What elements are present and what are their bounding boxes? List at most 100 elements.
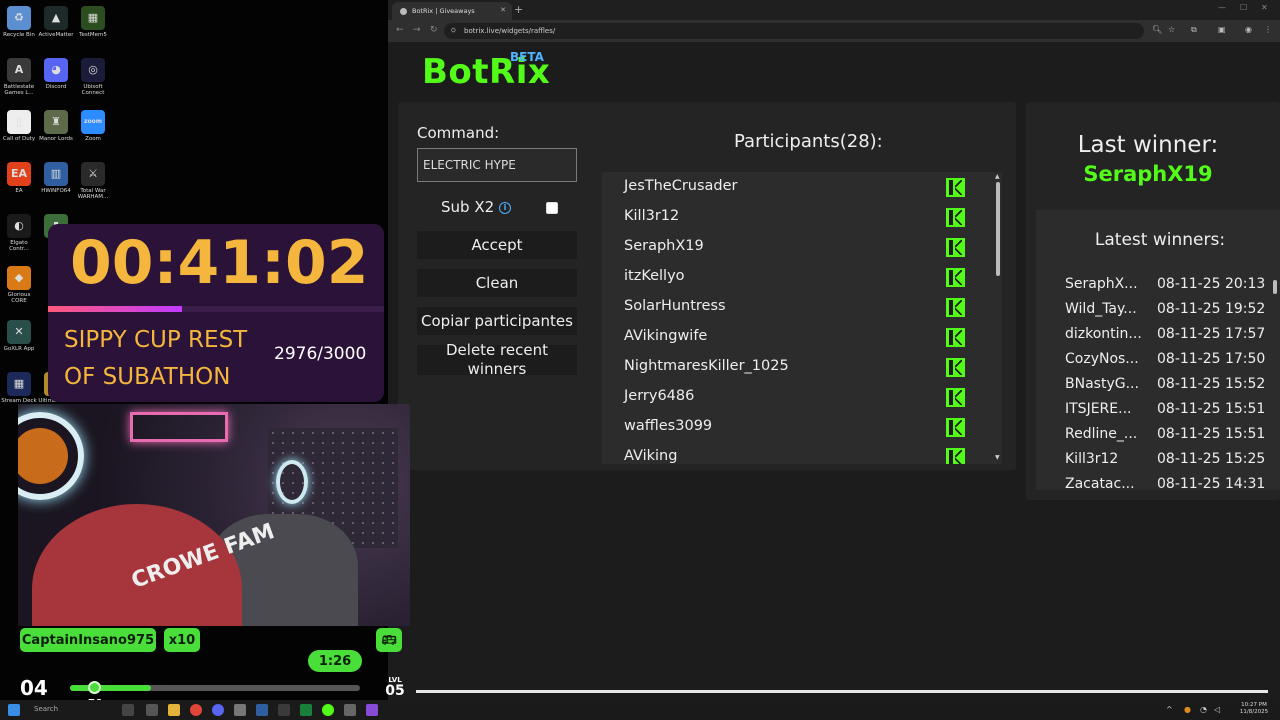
scroll-down-icon[interactable]: ▼: [995, 454, 1000, 461]
winner-date: 08-11-25 15:25: [1157, 451, 1266, 467]
taskbar-search[interactable]: Search: [34, 705, 58, 713]
participant-row[interactable]: NightmaresKiller_1025: [602, 352, 992, 382]
desktop-icon[interactable]: ▦ Stream Deck: [0, 372, 38, 404]
info-icon[interactable]: i: [499, 202, 511, 214]
desktop-icon-label: Manor Lords: [39, 136, 73, 142]
scrollbar-thumb[interactable]: [996, 182, 1000, 276]
minimize-icon[interactable]: —: [1218, 3, 1226, 12]
new-tab-icon[interactable]: +: [514, 3, 523, 16]
app-icon[interactable]: [256, 704, 268, 716]
tab-botrix-giveaways[interactable]: BotRix | Giveaways ✕: [392, 2, 512, 20]
winner-row: Kill3r12 08-11-25 15:25: [1065, 451, 1275, 476]
desktop-icon[interactable]: ◆ Glorious CORE: [0, 266, 38, 304]
desktop-icon-label: HWiNFO64: [41, 188, 71, 194]
browser-menu-icon[interactable]: ⋮: [1264, 25, 1272, 34]
explorer-icon[interactable]: [168, 704, 180, 716]
maximize-icon[interactable]: ☐: [1240, 3, 1247, 12]
desktop-icon[interactable]: ◕ Discord: [37, 58, 75, 90]
spotify-icon[interactable]: [300, 704, 312, 716]
scroll-up-icon[interactable]: ▲: [995, 173, 1000, 180]
taskbar-clock[interactable]: 10:27 PM 11/8/2025: [1234, 702, 1274, 716]
webcam-feed: CROWE FAM: [18, 404, 410, 626]
network-icon[interactable]: ◔: [1200, 705, 1207, 714]
command-input[interactable]: ELECTRIC HYPE: [417, 148, 577, 182]
clean-button[interactable]: Clean: [417, 269, 577, 297]
desktop-icon[interactable]: zoom Zoom: [74, 110, 112, 142]
taskview-icon[interactable]: [122, 704, 134, 716]
sub-x2-checkbox[interactable]: [546, 202, 558, 214]
bookmark-star-icon[interactable]: ☆: [1168, 25, 1175, 34]
multiplier-badge: x10: [164, 628, 200, 652]
app-icon[interactable]: [234, 704, 246, 716]
window-close-icon[interactable]: ✕: [1261, 3, 1268, 12]
clock-date: 11/8/2025: [1239, 709, 1269, 715]
participants-list[interactable]: ▲ ▼ JesTheCrusader Kill3r12 SeraphX19 itzKe…: [602, 172, 1002, 464]
latest-winners-list[interactable]: Latest winners: SeraphX... 08-11-25 20:13…: [1036, 210, 1280, 490]
winner-row: CozyNos... 08-11-25 17:50: [1065, 351, 1275, 376]
volume-icon[interactable]: ◁: [1214, 705, 1220, 714]
kick-icon: [946, 298, 965, 317]
accept-button[interactable]: Accept: [417, 231, 577, 259]
participant-name: NightmaresKiller_1025: [624, 358, 789, 374]
discord-icon[interactable]: [212, 704, 224, 716]
desktop-icon[interactable]: ▥ HWiNFO64: [37, 162, 75, 194]
close-tab-icon[interactable]: ✕: [500, 6, 506, 14]
extensions-icon[interactable]: ⧉: [1191, 25, 1197, 35]
desktop-icon[interactable]: A Battlestate Games L...: [0, 58, 38, 96]
desktop-icon[interactable]: EA EA: [0, 162, 38, 194]
participant-row[interactable]: SolarHuntress: [602, 292, 992, 322]
winner-row: Wild_Tay... 08-11-25 19:52: [1065, 301, 1275, 326]
horizontal-scrollbar[interactable]: [416, 690, 1268, 693]
copy-participants-button[interactable]: Copiar participantes: [417, 307, 577, 335]
desktop-icon[interactable]: ♜ Manor Lords: [37, 110, 75, 142]
chrome-icon[interactable]: [190, 704, 202, 716]
app-icon[interactable]: [366, 704, 378, 716]
desktop-icon[interactable]: ◎ Ubisoft Connect: [74, 58, 112, 96]
url-input[interactable]: ⛭ botrix.live/widgets/raffles/: [444, 23, 1144, 39]
raffle-panel: Command: ELECTRIC HYPE Sub X2 i Accept C…: [398, 102, 1016, 470]
forward-icon[interactable]: →: [413, 25, 421, 35]
countdown-badge: 1:26: [308, 650, 362, 672]
xp-fill: [70, 685, 152, 691]
tab-bar: BotRix | Giveaways ✕ + — ☐ ✕: [388, 0, 1280, 20]
obs-icon[interactable]: [278, 704, 290, 716]
start-icon[interactable]: [8, 704, 20, 716]
desktop-icon[interactable]: ▯ Call of Duty: [0, 110, 38, 142]
desktop-icon[interactable]: ✕ GoXLR App: [0, 320, 38, 352]
participant-row[interactable]: AVikingwife: [602, 322, 992, 352]
desktop-icon[interactable]: ⚔ Total War WARHAM...: [74, 162, 112, 200]
tray-app-icon[interactable]: ●: [1184, 705, 1191, 714]
profile-icon[interactable]: ◉: [1245, 25, 1252, 34]
participant-row[interactable]: AViking: [602, 442, 992, 464]
desktop-icon[interactable]: ◐ Elgato Contr...: [0, 214, 38, 252]
site-info-icon[interactable]: ⛭: [451, 27, 456, 35]
delete-recent-winners-button[interactable]: Delete recent winners: [417, 341, 577, 378]
participant-row[interactable]: waffles3099: [602, 412, 992, 442]
desktop-icon[interactable]: ▲ ActiveMatter: [37, 6, 75, 38]
participant-row[interactable]: SeraphX19: [602, 232, 992, 262]
back-icon[interactable]: ←: [396, 25, 404, 35]
desktop-icon[interactable]: ♻ Recycle Bin: [0, 6, 38, 38]
participant-row[interactable]: Jerry6486: [602, 382, 992, 412]
tray-chevron-icon[interactable]: ^: [1166, 705, 1173, 714]
app-icon[interactable]: [146, 704, 158, 716]
next-level: LVL 05: [383, 676, 407, 698]
participant-name: AVikingwife: [624, 328, 708, 344]
split-view-icon[interactable]: ▣: [1218, 25, 1226, 34]
winner-row: ITSJERE... 08-11-25 15:51: [1065, 401, 1275, 426]
winner-row: Zacatac... 08-11-25 14:31: [1065, 476, 1275, 490]
app-icon[interactable]: [322, 704, 334, 716]
zoom-icon[interactable]: 🔍︎: [1152, 25, 1162, 34]
participants-scrollbar[interactable]: ▲ ▼: [994, 172, 1002, 464]
participant-row[interactable]: JesTheCrusader: [602, 172, 992, 202]
current-level: 04: [20, 676, 48, 700]
desktop-icon-label: Zoom: [85, 136, 101, 142]
goal-count: 2976/3000: [274, 344, 367, 364]
reload-icon[interactable]: ↻: [430, 25, 438, 35]
winner-name: Redline_...: [1065, 426, 1138, 442]
last-winner-name: SeraphX19: [1083, 162, 1213, 186]
participant-row[interactable]: itzKellyo: [602, 262, 992, 292]
participant-row[interactable]: Kill3r12: [602, 202, 992, 232]
app-icon[interactable]: [344, 704, 356, 716]
desktop-icon[interactable]: ▦ TestMem5: [74, 6, 112, 38]
